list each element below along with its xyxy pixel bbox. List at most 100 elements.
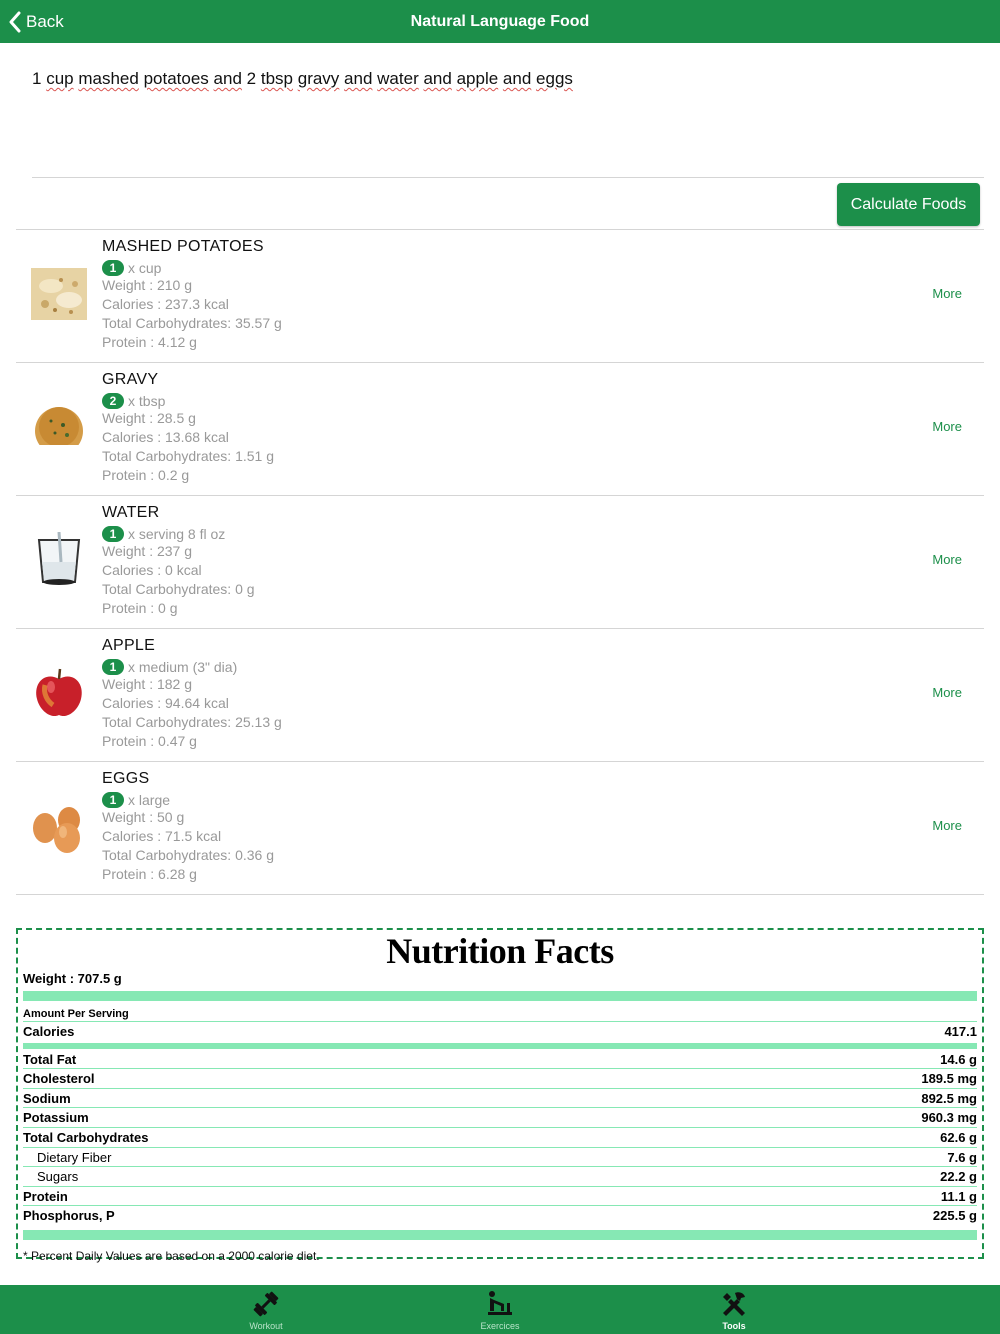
nutrient-label: Phosphorus, P — [23, 1208, 115, 1224]
query-word: 1 — [32, 69, 42, 88]
food-calories: Calories : 94.64 kcal — [102, 695, 229, 711]
food-quantity-row: 1x large — [102, 791, 274, 808]
food-calories: Calories : 13.68 kcal — [102, 429, 229, 445]
food-name: EGGS — [102, 770, 150, 787]
total-weight: Weight : 707.5 g — [23, 971, 122, 986]
calories-value: 417.1 — [944, 1024, 977, 1039]
nutrient-row: Total Fat 14.6 g — [23, 1050, 977, 1070]
bottom-tab-bar: Workout Exercices Tools — [0, 1285, 1000, 1334]
medium-divider — [23, 1042, 977, 1049]
food-carbohydrates: Total Carbohydrates: 0.36 g — [102, 847, 274, 863]
nutrient-label: Total Fat — [23, 1051, 77, 1067]
food-unit: x cup — [128, 259, 162, 276]
gravy-image — [31, 399, 87, 455]
exercise-person-icon — [488, 1291, 512, 1315]
nutrient-value: 22.2 g — [940, 1169, 977, 1185]
calculate-foods-button[interactable]: Calculate Foods — [837, 183, 980, 226]
food-query-text: 1 cup mashed potatoes and 2 tbsp gravy a… — [32, 64, 984, 94]
quantity-badge[interactable]: 2 — [102, 392, 124, 409]
food-unit: x serving 8 fl oz — [128, 525, 226, 542]
nutrient-label: Protein — [23, 1188, 68, 1204]
nutrient-value: 14.6 g — [940, 1051, 977, 1067]
tab-label: Workout — [249, 1321, 283, 1331]
food-info: GRAVY 2 x tbsp Weight : 28.5 g Calories : 13… — [102, 371, 274, 485]
quantity-badge[interactable]: 1 — [102, 658, 124, 675]
food-protein: Protein : 6.28 g — [102, 866, 197, 882]
nutrient-value: 11.1 g — [940, 1188, 977, 1204]
nutrient-label: Potassium — [23, 1110, 89, 1126]
food-name: GRAVY — [102, 371, 159, 388]
query-word: and — [213, 69, 242, 88]
food-weight: Weight : 237 g — [102, 543, 193, 559]
food-carbohydrates: Total Carbohydrates: 1.51 g — [102, 448, 274, 464]
food-name: WATER — [102, 504, 160, 521]
more-link[interactable]: More — [932, 818, 962, 833]
quantity-badge[interactable]: 1 — [102, 791, 124, 808]
food-query-input[interactable]: 1 cup mashed potatoes and 2 tbsp gravy a… — [32, 64, 984, 178]
food-weight: Weight : 28.5 g — [102, 410, 196, 426]
food-carbohydrates: Total Carbohydrates: 0 g — [102, 581, 255, 597]
tab-exercices[interactable]: Exercices — [440, 1285, 560, 1334]
food-protein: Protein : 0 g — [102, 600, 178, 616]
thick-divider — [23, 1229, 977, 1240]
food-weight: Weight : 210 g — [102, 277, 193, 293]
page-title: Natural Language Food — [410, 13, 590, 30]
query-word: and — [344, 69, 373, 88]
nutrient-row: Cholesterol 189.5 mg — [23, 1069, 977, 1089]
query-word: water — [377, 69, 419, 88]
more-link[interactable]: More — [932, 419, 962, 434]
food-info: APPLE 1 x medium (3" dia) Weight : 182 g Cal… — [102, 637, 282, 751]
food-list-item[interactable]: GRAVY 2 x tbsp Weight : 28.5 g Calories : 13… — [16, 363, 984, 496]
nutrient-row: Dietary Fiber 7.6 g — [23, 1148, 977, 1168]
nutrient-label: Dietary Fiber — [37, 1149, 112, 1165]
food-quantity-row: 1x cup — [102, 259, 282, 276]
calories-row: Calories 417.1 — [23, 1022, 977, 1042]
apple-image — [31, 665, 87, 721]
nutrient-label: Total Carbohydrates — [23, 1129, 149, 1145]
food-info: WATER 1 x serving 8 fl oz Weight : 237 g Cal… — [102, 504, 255, 618]
food-protein: Protein : 0.2 g — [102, 467, 190, 483]
nutrient-label: Sodium — [23, 1090, 71, 1106]
mashed-potatoes-image — [31, 266, 87, 322]
nutrient-label: Sugars — [37, 1169, 79, 1185]
water-glass-image — [31, 531, 87, 588]
tab-workout[interactable]: Workout — [206, 1285, 326, 1334]
eggs-image — [31, 798, 87, 854]
food-list-item[interactable]: MASHED POTATOES 1 x cup Weight : 210 g Calor… — [16, 230, 984, 363]
tools-icon — [723, 1292, 745, 1316]
amount-per-serving-label: Amount Per Serving — [23, 1007, 977, 1022]
nutrient-row: Total Carbohydrates 62.6 g — [23, 1128, 977, 1148]
more-link[interactable]: More — [932, 552, 962, 567]
nutrient-value: 189.5 mg — [921, 1071, 977, 1087]
daily-value-footnote: * Percent Daily Values are based on a 20… — [23, 1248, 320, 1263]
nutrient-row: Phosphorus, P 225.5 g — [23, 1206, 977, 1226]
back-button[interactable]: Back — [8, 0, 64, 43]
nav-bar: Back Natural Language Food — [0, 0, 1000, 43]
quantity-badge[interactable]: 1 — [102, 259, 124, 276]
food-unit: x large — [128, 791, 171, 808]
nutrient-value: 7.6 g — [947, 1149, 977, 1165]
food-info: MASHED POTATOES 1 x cup Weight : 210 g Calor… — [102, 238, 282, 352]
food-list-item[interactable]: WATER 1 x serving 8 fl oz Weight : 237 g Cal… — [16, 496, 984, 629]
tab-label: Tools — [722, 1321, 746, 1331]
calories-label: Calories — [23, 1024, 75, 1039]
dumbbell-icon — [253, 1291, 279, 1317]
tab-tools[interactable]: Tools — [674, 1285, 794, 1334]
more-link[interactable]: More — [932, 286, 962, 301]
thick-divider — [23, 991, 977, 1001]
food-quantity-row: 1x serving 8 fl oz — [102, 525, 255, 542]
food-weight: Weight : 50 g — [102, 809, 185, 825]
food-quantity-row: 2x tbsp — [102, 392, 274, 409]
nutrient-value: 892.5 mg — [921, 1090, 977, 1106]
food-list-item[interactable]: APPLE 1 x medium (3" dia) Weight : 182 g Cal… — [16, 629, 984, 762]
query-word: eggs — [536, 69, 573, 88]
food-list-item[interactable]: EGGS 1 x large Weight : 50 g Calories : 71.5… — [16, 762, 984, 895]
food-carbohydrates: Total Carbohydrates: 25.13 g — [102, 714, 282, 730]
nutrient-value: 225.5 g — [932, 1208, 977, 1224]
query-word: apple — [456, 69, 499, 88]
more-link[interactable]: More — [932, 685, 962, 700]
food-unit: x medium (3" dia) — [128, 658, 238, 675]
food-list: MASHED POTATOES 1 x cup Weight : 210 g Calor… — [16, 230, 984, 895]
query-word: and — [502, 69, 532, 88]
quantity-badge[interactable]: 1 — [102, 525, 124, 542]
